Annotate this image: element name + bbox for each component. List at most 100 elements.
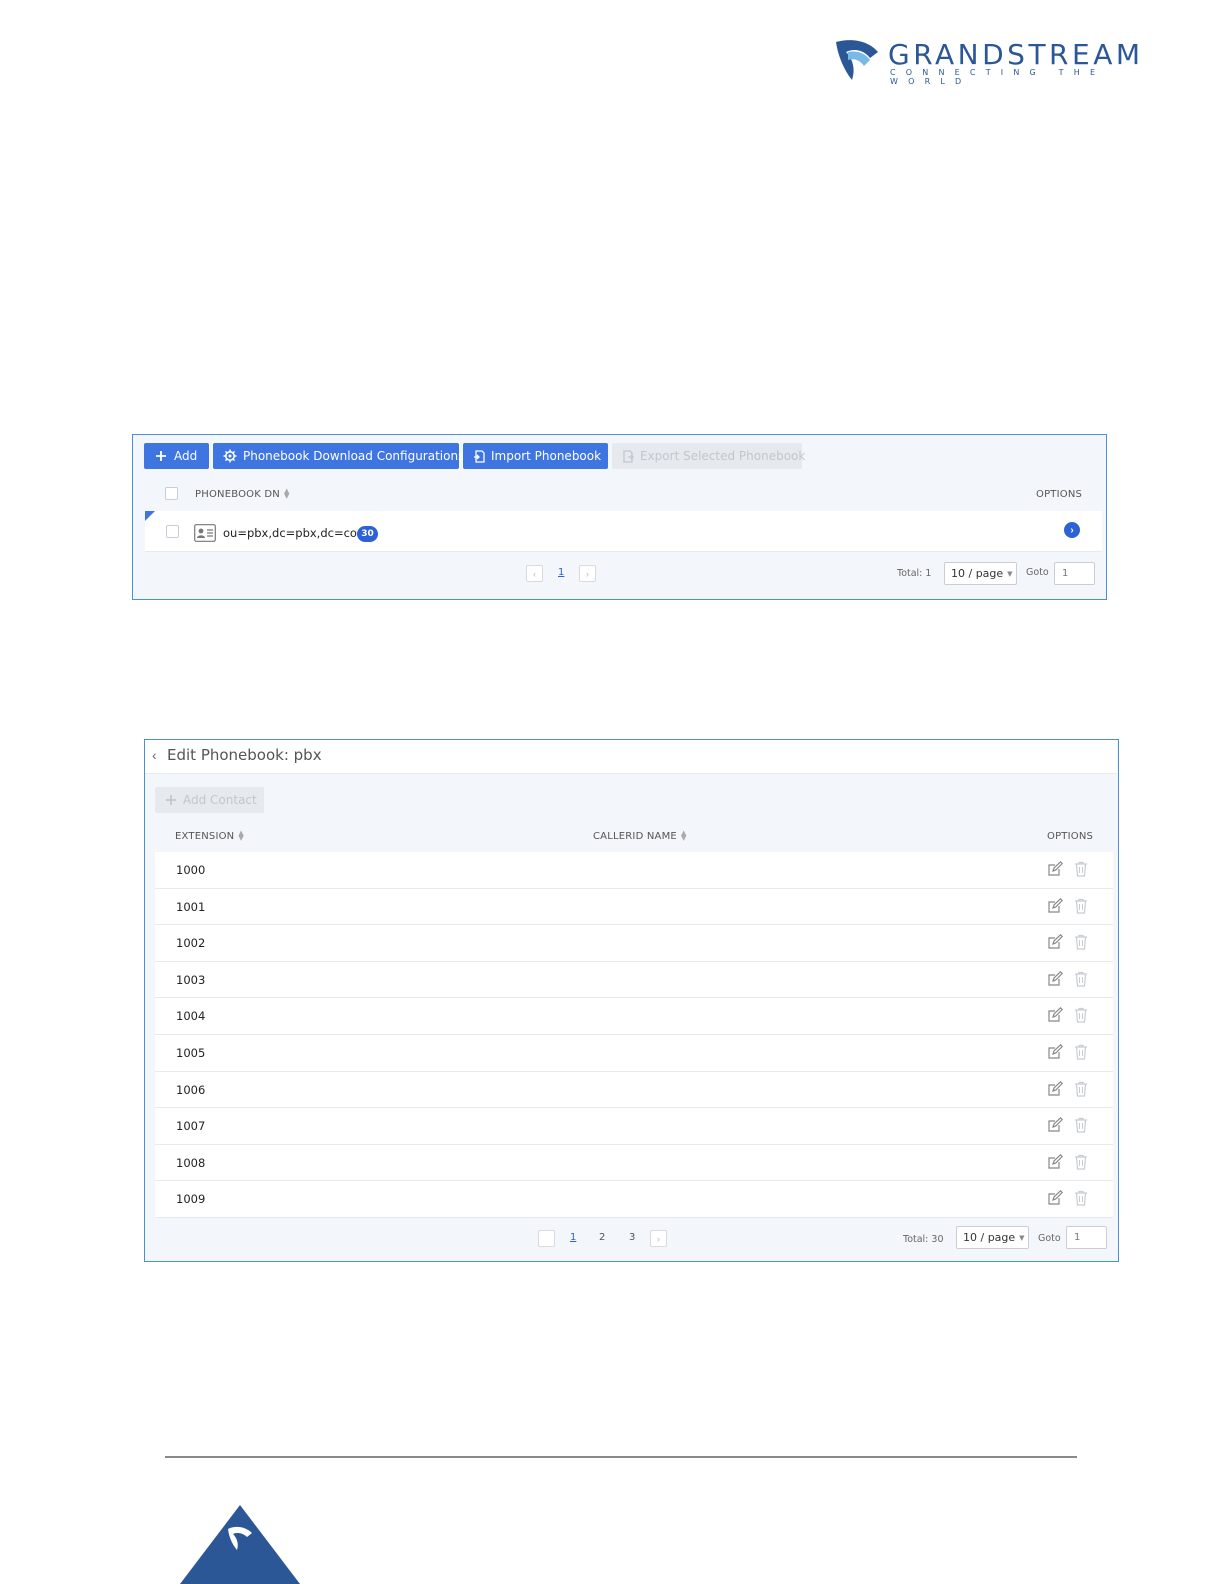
table-row[interactable]: 1007	[155, 1108, 1113, 1145]
plus-icon	[154, 449, 168, 463]
page-title: Edit Phonebook: pbx	[167, 746, 322, 764]
row-marker	[145, 511, 155, 521]
goto-page-input[interactable]: 1	[1066, 1226, 1107, 1249]
import-phonebook-button-label: Import Phonebook	[491, 449, 602, 463]
sort-icon: ▲ ▼	[680, 829, 687, 842]
chevron-down-icon: ▼	[1007, 569, 1013, 578]
row-checkbox[interactable]	[166, 525, 179, 538]
edit-icon[interactable]	[1047, 1190, 1063, 1206]
table-row[interactable]: 1003	[155, 961, 1113, 999]
add-button-label: Add	[174, 449, 198, 463]
plus-icon	[165, 793, 177, 807]
extension-cell: 1001	[176, 899, 206, 914]
phonebook-dn: ou=pbx,dc=pbx,dc=com	[223, 526, 369, 540]
column-header-options: OPTIONS	[1036, 489, 1083, 500]
extension-cell: 1004	[176, 1009, 206, 1024]
page-3-link[interactable]: 3	[629, 1232, 635, 1243]
contact-card-icon	[194, 524, 216, 542]
chevron-down-icon: ▼	[1019, 1233, 1025, 1242]
table-row[interactable]: 1000	[155, 852, 1113, 889]
trash-icon[interactable]	[1074, 934, 1088, 950]
import-icon	[473, 449, 485, 463]
next-page-button[interactable]: ›	[579, 565, 596, 582]
trash-icon[interactable]	[1074, 1081, 1088, 1097]
total-count: Total: 1	[897, 568, 932, 579]
trash-icon[interactable]	[1074, 1190, 1088, 1206]
edit-icon[interactable]	[1047, 970, 1063, 987]
extension-cell: 1000	[176, 863, 206, 877]
goto-label: Goto	[1038, 1233, 1061, 1244]
edit-icon[interactable]	[1047, 1153, 1063, 1170]
trash-icon[interactable]	[1074, 861, 1088, 877]
edit-icon[interactable]	[1047, 1080, 1063, 1097]
extension-cell: 1007	[176, 1119, 206, 1134]
trash-icon[interactable]	[1074, 971, 1088, 987]
download-config-button-label: Phonebook Download Configurations	[243, 449, 465, 463]
trash-icon[interactable]	[1074, 1044, 1088, 1060]
add-contact-button-label: Add Contact	[183, 793, 257, 807]
trash-icon[interactable]	[1074, 1007, 1088, 1023]
column-header-phonebook-dn[interactable]: PHONEBOOK DN ▲ ▼	[195, 488, 290, 501]
import-phonebook-button[interactable]: Import Phonebook	[463, 443, 608, 469]
add-button[interactable]: Add	[144, 443, 209, 469]
download-config-button[interactable]: Phonebook Download Configurations	[213, 443, 464, 469]
column-header-phonebook-dn-label: PHONEBOOK DN	[195, 489, 280, 500]
trash-icon[interactable]	[1074, 1117, 1088, 1133]
column-header-extension-label: EXTENSION	[175, 831, 235, 842]
page-size-value: 10 / page	[963, 1231, 1016, 1244]
edit-icon[interactable]	[1047, 897, 1063, 914]
prev-page-button[interactable]: ‹	[526, 565, 543, 582]
edit-phonebook-panel: ‹ Edit Phonebook: pbx Add Contact EXTENS…	[144, 739, 1119, 1262]
page-1-link[interactable]: 1	[570, 1232, 576, 1243]
chevron-right-icon[interactable]: ›	[1064, 522, 1080, 538]
table-row[interactable]: 1008	[155, 1144, 1113, 1182]
prev-page-button[interactable]	[538, 1230, 555, 1247]
next-page-button[interactable]: ›	[650, 1230, 667, 1247]
page-size-select[interactable]: 10 / page ▼	[944, 562, 1017, 585]
contact-count-badge: 30	[357, 526, 378, 542]
export-phonebook-button[interactable]: Export Selected Phonebook	[612, 443, 805, 469]
add-contact-button[interactable]: Add Contact	[155, 787, 264, 813]
brand-tagline: CONNECTING THE WORLD	[890, 68, 1106, 86]
phonebook-panel: Add Phonebook Download Configurations Im…	[132, 434, 1107, 600]
table-row[interactable]: 1009	[155, 1181, 1113, 1218]
trash-icon[interactable]	[1074, 898, 1088, 914]
edit-icon[interactable]	[1047, 1007, 1063, 1023]
edit-icon[interactable]	[1047, 1117, 1063, 1133]
goto-page-input[interactable]: 1	[1054, 562, 1095, 585]
extension-cell: 1002	[176, 936, 206, 951]
back-chevron-icon[interactable]: ‹	[152, 747, 157, 763]
table-row[interactable]: ou=pbx,dc=pbx,dc=com 30 ›	[145, 511, 1102, 552]
edit-icon[interactable]	[1047, 934, 1063, 950]
gear-icon	[223, 449, 237, 463]
extension-cell: 1009	[176, 1192, 206, 1207]
page-size-value: 10 / page	[951, 567, 1004, 580]
export-icon	[622, 449, 634, 463]
grandstream-logo-icon	[836, 40, 878, 80]
extension-cell: 1003	[176, 972, 206, 987]
page-size-select[interactable]: 10 / page ▼	[956, 1226, 1029, 1249]
table-row[interactable]: 1001	[155, 888, 1113, 926]
goto-label: Goto	[1026, 567, 1049, 578]
edit-title-bar: ‹ Edit Phonebook: pbx	[145, 740, 1117, 774]
edit-icon[interactable]	[1047, 861, 1063, 877]
column-header-callerid-label: CALLERID NAME	[593, 831, 677, 842]
page-1-link[interactable]: 1	[558, 567, 564, 578]
brand-name: GRANDSTREAM	[888, 38, 1144, 71]
table-row[interactable]: 1006	[155, 1071, 1113, 1109]
extension-cell: 1005	[176, 1045, 206, 1060]
page-2-link[interactable]: 2	[599, 1232, 605, 1243]
extension-cell: 1008	[176, 1155, 206, 1170]
select-all-checkbox[interactable]	[165, 487, 178, 500]
column-header-callerid[interactable]: CALLERID NAME ▲ ▼	[593, 829, 687, 843]
edit-icon[interactable]	[1047, 1043, 1063, 1060]
sort-icon: ▲ ▼	[238, 829, 244, 842]
extension-cell: 1006	[176, 1082, 206, 1097]
grandstream-footer-logo	[180, 1505, 300, 1584]
column-header-extension[interactable]: EXTENSION ▲ ▼	[175, 829, 244, 843]
table-row[interactable]: 1002	[155, 925, 1113, 962]
trash-icon[interactable]	[1074, 1154, 1088, 1170]
table-row[interactable]: 1004	[155, 998, 1113, 1035]
contacts-table: 1000 1001 1002 1003 1004 1005 1006 1007 1008 1009	[155, 852, 1113, 1218]
table-row[interactable]: 1005	[155, 1034, 1113, 1072]
